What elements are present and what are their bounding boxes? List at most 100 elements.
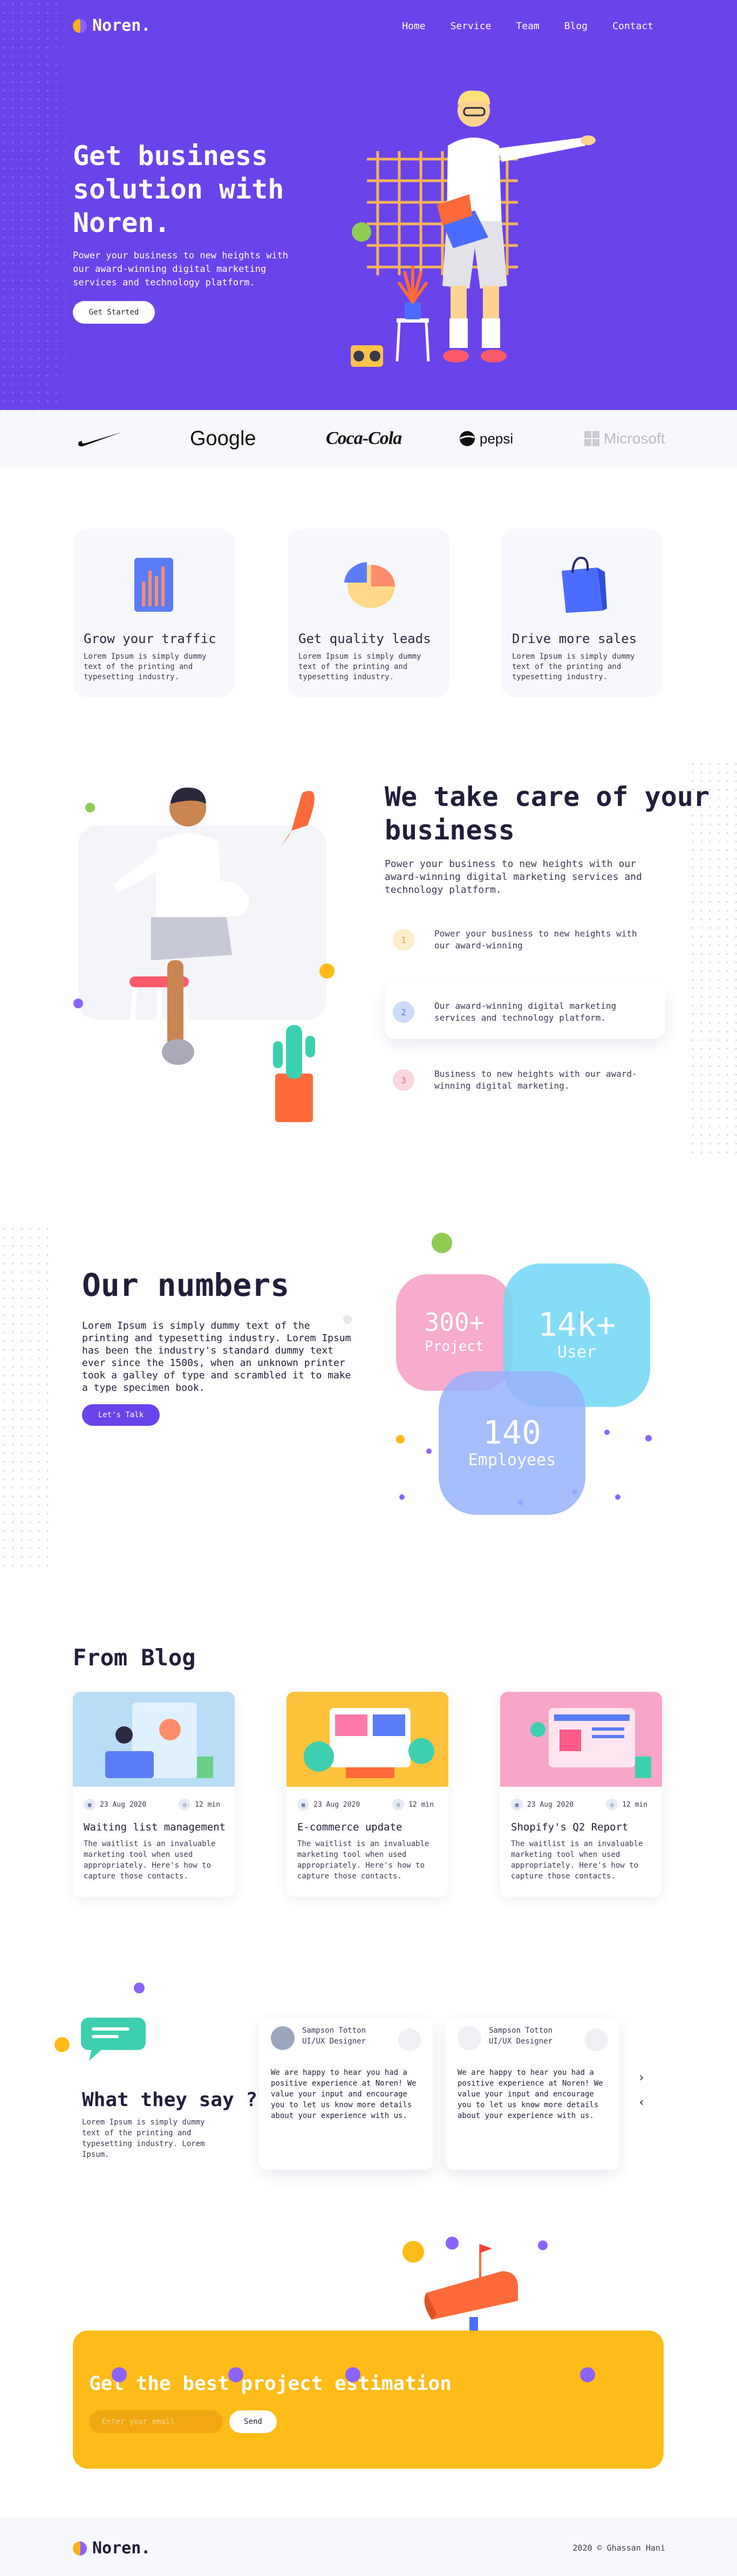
feature-title: Get quality leads	[298, 631, 431, 646]
nav-blog[interactable]: Blog	[564, 21, 588, 32]
chevron-left-icon[interactable]: ‹	[633, 2094, 650, 2110]
calendar-icon: ▦	[84, 1799, 95, 1810]
partner-microsoft-label: Microsoft	[604, 430, 665, 447]
blog-title[interactable]: Shopify's Q2 Report	[511, 1821, 657, 1833]
brand-name: Noren.	[92, 2539, 151, 2558]
cta-title: Get the best project estimation	[89, 2373, 452, 2395]
testimonial-role: UI/UX Designer	[489, 2037, 553, 2046]
partner-pepsi: pepsi	[459, 426, 513, 451]
send-button[interactable]: Send	[229, 2410, 277, 2433]
feature-title: Drive more sales	[512, 631, 637, 646]
testimonial-role: UI/UX Designer	[302, 2037, 366, 2046]
blog-card[interactable]: ▦ 23 Aug 2020 ◷ 12 min E-commerce update…	[286, 1692, 448, 1897]
care-item[interactable]: 3 Business to new heights with our award…	[385, 1051, 665, 1107]
brand-name: Noren.	[92, 16, 151, 35]
nav-team[interactable]: Team	[516, 21, 539, 32]
footer-logo[interactable]: Noren.	[73, 2539, 151, 2558]
dot-pattern	[0, 0, 65, 410]
partner-microsoft: Microsoft	[584, 426, 665, 451]
blog-meta: ▦ 23 Aug 2020 ◷ 12 min	[84, 1799, 220, 1810]
blog-excerpt: The waitlist is an invaluable marketing …	[297, 1840, 429, 1881]
stat-label: User	[557, 1343, 597, 1362]
testimonial-text: We are happy to hear you had a positive …	[271, 2068, 417, 2120]
blog-title[interactable]: E-commerce update	[297, 1821, 443, 1833]
blog-read-time: 12 min	[408, 1800, 434, 1809]
nav-home[interactable]: Home	[402, 21, 425, 32]
care-item-text: Business to new heights with our award-w…	[434, 1069, 637, 1091]
landing-page: Noren. Home Service Team Blog Contact Ge…	[0, 0, 737, 2576]
blog-excerpt: The waitlist is an invaluable marketing …	[511, 1840, 643, 1881]
care-item[interactable]: 2 Our award-winning digital marketing se…	[385, 983, 665, 1039]
quote-icon	[585, 2028, 608, 2051]
care-item[interactable]: 1 Power your business to new heights wit…	[385, 911, 665, 967]
windows-logo-icon	[584, 431, 599, 446]
blog-read-time: 12 min	[622, 1800, 648, 1809]
blog-image	[73, 1692, 235, 1787]
avatar	[458, 2026, 481, 2050]
hero-illustration	[351, 90, 596, 367]
get-started-button[interactable]: Get Started	[73, 301, 155, 324]
quote-icon	[398, 2028, 421, 2051]
brand-logo[interactable]: Noren.	[73, 16, 151, 35]
numbers-title: Our numbers	[82, 1267, 290, 1303]
partner-pepsi-label: pepsi	[480, 430, 514, 447]
care-subtitle: Power your business to new heights with …	[385, 858, 642, 896]
care-item-text: Power your business to new heights with …	[434, 928, 637, 951]
testimonials-title: What they say ?	[82, 2089, 258, 2111]
logo-icon	[73, 2541, 87, 2555]
shopping-bag-icon	[562, 556, 607, 613]
partner-logos: Google Coca-Cola pepsi Microsoft	[0, 410, 737, 468]
feature-text: Lorem Ipsum is simply dummy text of the …	[84, 652, 207, 681]
blog-date: 23 Aug 2020	[313, 1800, 360, 1809]
clock-icon: ◷	[179, 1799, 191, 1810]
stat-value: 300+	[424, 1308, 484, 1337]
feature-card: Get quality leads Lorem Ipsum is simply …	[288, 529, 449, 697]
chevron-right-icon[interactable]: ›	[633, 2069, 650, 2086]
calendar-icon: ▦	[297, 1799, 309, 1810]
testimonials-text: Lorem Ipsum is simply dummy text of the …	[82, 2118, 205, 2159]
nav-service[interactable]: Service	[451, 21, 492, 32]
testimonial-name: Sampson Totton	[302, 2026, 366, 2035]
main-nav: Home Service Team Blog Contact	[402, 21, 653, 32]
lets-talk-button[interactable]: Let's Talk	[82, 1404, 160, 1426]
estimation-cta: Get the best project estimation Send	[73, 2331, 664, 2469]
care-item-number: 2	[393, 1001, 414, 1023]
nike-swoosh-icon	[78, 432, 122, 447]
blog-card[interactable]: ▦ 23 Aug 2020 ◷ 12 min Shopify's Q2 Repo…	[500, 1692, 662, 1897]
dot-pattern	[0, 1225, 50, 1570]
blog-meta: ▦ 23 Aug 2020 ◷ 12 min	[511, 1799, 647, 1810]
footer: Noren. 2020 © Ghassan Hani	[0, 2517, 737, 2576]
care-item-number: 3	[393, 1069, 414, 1091]
hero-section: Noren. Home Service Team Blog Contact Ge…	[0, 0, 737, 410]
numbers-text: Lorem Ipsum is simply dummy text of the …	[82, 1320, 351, 1393]
stat-label: Employees	[468, 1451, 556, 1470]
blog-date: 23 Aug 2020	[100, 1800, 147, 1809]
feature-text: Lorem Ipsum is simply dummy text of the …	[298, 652, 421, 681]
nav-contact[interactable]: Contact	[612, 21, 653, 32]
logo-icon	[73, 18, 87, 33]
blog-image	[286, 1692, 448, 1787]
blog-title[interactable]: Waiting list management	[84, 1821, 229, 1833]
clock-icon: ◷	[392, 1799, 405, 1810]
blog-image	[500, 1692, 662, 1787]
blog-excerpt: The waitlist is an invaluable marketing …	[84, 1840, 216, 1881]
care-illustration	[73, 787, 335, 1150]
pepsi-globe-icon	[460, 431, 475, 446]
feature-card: Drive more sales Lorem Ipsum is simply d…	[501, 529, 663, 697]
feature-card: Grow your traffic Lorem Ipsum is simply …	[73, 529, 235, 697]
calendar-icon: ▦	[511, 1799, 523, 1810]
stat-label: Project	[425, 1338, 484, 1355]
testimonial-name: Sampson Totton	[489, 2026, 553, 2035]
copyright: 2020 © Ghassan Hani	[572, 2543, 665, 2553]
blog-card[interactable]: ▦ 23 Aug 2020 ◷ 12 min Waiting list mana…	[73, 1692, 235, 1897]
care-item-text: Our award-winning digital marketing serv…	[434, 1001, 617, 1023]
avatar	[271, 2026, 295, 2050]
hero-title: Get business solution with Noren.	[73, 140, 284, 238]
blog-heading: From Blog	[73, 1644, 196, 1671]
email-input[interactable]	[89, 2410, 223, 2433]
feature-text: Lorem Ipsum is simply dummy text of the …	[512, 652, 635, 681]
partner-google: Google	[190, 427, 256, 450]
pie-chart-icon	[344, 562, 395, 608]
partner-nike	[76, 426, 124, 451]
testimonial-card: Sampson Totton UI/UX Designer We are hap…	[446, 2018, 619, 2170]
